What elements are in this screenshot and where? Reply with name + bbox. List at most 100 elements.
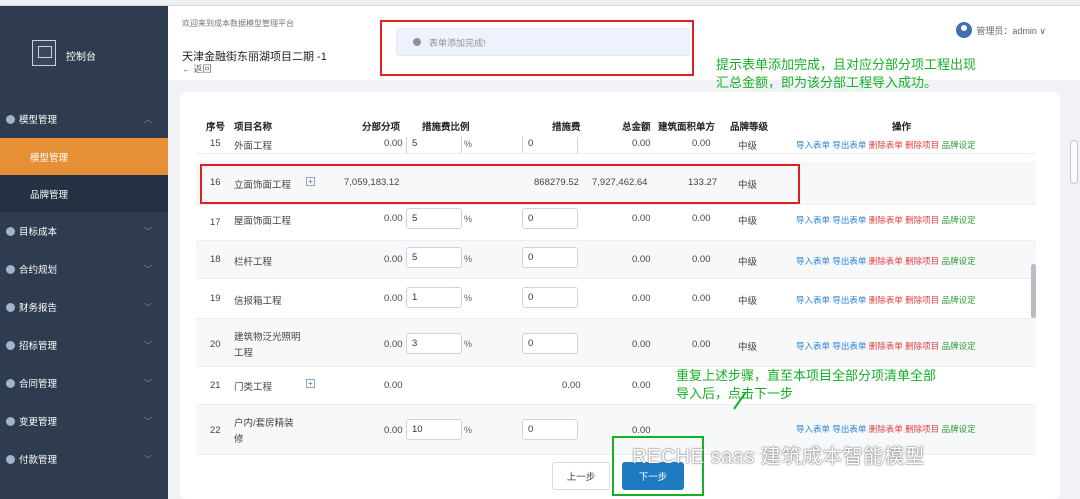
page-scrollbar[interactable] [1070,140,1078,184]
export-form-link[interactable]: 导出表单 [832,215,866,225]
cell-grade: 中级 [738,216,758,227]
sidebar: 控制台 模型管理 ︿ 模型管理 品牌管理 目标成本 ﹀ 合约规划 ﹀ 财务报告 … [0,6,168,499]
cell-sub: 0.00 [384,254,403,265]
import-form-link[interactable]: 导入表单 [796,215,830,225]
rate-input[interactable]: 10 [406,419,462,440]
delete-form-link[interactable]: 删除表单 [869,341,903,351]
brand-setting-link[interactable]: 品牌设定 [942,140,976,150]
user-avatar-icon [956,22,973,38]
cell-total: 0.00 [632,213,651,224]
cell-name: 修 [234,434,244,445]
cell-name: 屋面饰面工程 [234,216,292,227]
brand-setting-link[interactable]: 品牌设定 [942,215,976,225]
measure-input[interactable]: 0 [522,208,578,229]
rate-input[interactable]: 5 [406,208,462,229]
import-form-link[interactable]: 导入表单 [796,424,830,434]
import-form-link[interactable]: 导入表单 [796,140,830,150]
delete-item-link[interactable]: 删除项目 [905,256,939,266]
col-ops: 操作 [892,122,912,133]
table-header: 序号 项目名称 分部分项 措施费比例 措施费 总金额 建筑面积单方 品牌等级 操… [196,112,1034,136]
cell-total: 0.00 [632,254,651,265]
cell-seq: 17 [210,217,221,228]
import-form-link[interactable]: 导入表单 [796,256,830,266]
menu-label: 招标管理 [19,341,58,352]
brand-setting-link[interactable]: 品牌设定 [942,424,976,434]
rate-input[interactable]: 5 [406,247,462,268]
brand-setting-link[interactable]: 品牌设定 [942,341,976,351]
delete-form-link[interactable]: 删除表单 [869,256,903,266]
row-actions: 导入表单 导出表单 删除表单 删除项目 品牌设定 [796,255,976,267]
export-form-link[interactable]: 导出表单 [832,140,866,150]
measure-input[interactable]: 0 [522,247,578,268]
cell-total: 0.00 [632,425,651,436]
measure-input[interactable]: 0 [522,419,578,440]
export-form-link[interactable]: 导出表单 [832,295,866,305]
row-actions: 导入表单 导出表单 删除表单 删除项目 品牌设定 [796,423,976,435]
admin-label: 管理员：admin ∨ [976,25,1046,36]
rate-input[interactable]: 3 [406,333,462,354]
cell-name: 户内/套房精装 [234,418,294,429]
percent-sign: % [464,139,473,149]
submenu-model-management[interactable]: 模型管理 [0,138,168,175]
measure-input[interactable]: 0 [522,333,578,354]
col-grade: 品牌等级 [730,122,769,133]
menu-model-management[interactable]: 模型管理 ︿ [0,100,168,138]
delete-form-link[interactable]: 删除表单 [869,215,903,225]
cell-name: 栏杆工程 [234,257,273,268]
cell-total: 0.00 [632,293,651,304]
export-form-link[interactable]: 导出表单 [832,424,866,434]
menu-change[interactable]: 变更管理 ﹀ [0,402,168,440]
brand-setting-link[interactable]: 品牌设定 [942,256,976,266]
brand-setting-link[interactable]: 品牌设定 [942,295,976,305]
submenu-brand-management[interactable]: 品牌管理 [0,175,168,212]
admin-menu[interactable]: 管理员：admin ∨ [956,22,1046,38]
percent-sign: % [464,339,473,349]
table-row: 18 栏杆工程 0.00 5 % 0 0.00 0.00 中级 导入表单 导出表… [196,241,1036,279]
table-row: 20 建筑物泛光照明 工程 0.00 3 % 0 0.00 0.00 中级 导入… [196,319,1036,367]
annotation-line: 提示表单添加完成，且对应分部分项工程出现 [716,57,977,72]
delete-item-link[interactable]: 删除项目 [905,215,939,225]
import-form-link[interactable]: 导入表单 [796,295,830,305]
delete-form-link[interactable]: 删除表单 [869,424,903,434]
measure-input[interactable]: 0 [522,137,578,153]
row-actions: 导入表单 导出表单 删除表单 删除项目 品牌设定 [796,294,976,306]
measure-input[interactable]: 0 [522,287,578,308]
delete-item-link[interactable]: 删除项目 [905,424,939,434]
export-form-link[interactable]: 导出表单 [832,256,866,266]
cell-seq: 22 [210,425,221,436]
menu-contract[interactable]: 合同管理 ﹀ [0,364,168,402]
delete-form-link[interactable]: 删除表单 [869,140,903,150]
cube-icon [6,264,15,274]
export-form-link[interactable]: 导出表单 [832,341,866,351]
delete-item-link[interactable]: 删除项目 [905,140,939,150]
prev-step-button[interactable]: 上一步 [552,462,610,490]
cube-icon [6,340,15,350]
cell-name: 信报箱工程 [234,296,282,307]
import-form-link[interactable]: 导入表单 [796,341,830,351]
expand-plus-icon[interactable]: + [306,379,315,388]
table-row: 15 外面工程 0.00 5 % 0 0.00 0.00 中级 导入表单 导出表… [196,137,1036,154]
col-area-price: 建筑面积单方 [658,122,716,133]
delete-form-link[interactable]: 删除表单 [869,295,903,305]
menu-target-cost[interactable]: 目标成本 ﹀ [0,212,168,250]
welcome-text: 欢迎来到成本数据模型管理平台 [182,19,294,28]
delete-item-link[interactable]: 删除项目 [905,295,939,305]
dashboard-link[interactable]: 控制台 [66,48,96,63]
cell-area: 0.00 [692,339,711,350]
rate-input[interactable]: 1 [406,287,462,308]
cube-icon [6,226,15,236]
row-highlight-frame [200,164,800,204]
menu-financial-report[interactable]: 财务报告 ﹀ [0,288,168,326]
chevron-down-icon: ﹀ [144,264,152,274]
cell-grade: 中级 [738,257,758,268]
back-link[interactable]: ← 返回 [182,62,212,75]
cube-icon [6,378,15,388]
col-measure: 措施费 [552,122,581,133]
rate-input[interactable]: 5 [406,137,462,153]
menu-payment[interactable]: 付款管理 ﹀ [0,440,168,478]
delete-item-link[interactable]: 删除项目 [905,341,939,351]
table-scrollbar[interactable] [1031,264,1036,318]
menu-contract-planning[interactable]: 合约规划 ﹀ [0,250,168,288]
menu-bidding[interactable]: 招标管理 ﹀ [0,326,168,364]
cube-icon [6,114,15,124]
